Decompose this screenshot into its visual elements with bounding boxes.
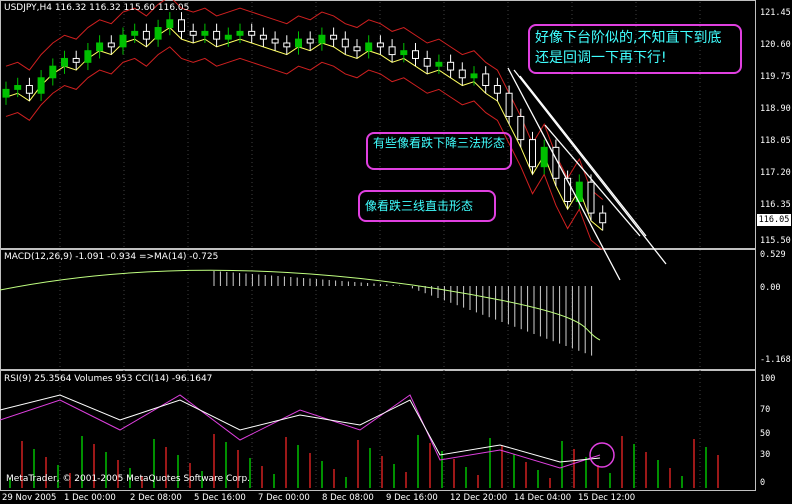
price-tick: 121.45 (760, 8, 791, 18)
candle (341, 38, 349, 48)
time-tick: 29 Nov 2005 (2, 493, 57, 503)
candle (2, 88, 10, 98)
candle (201, 30, 209, 36)
candle (166, 19, 174, 29)
macd-signal-line (0, 269, 601, 341)
upper-band-line (5, 0, 604, 200)
rsi-tick: 70 (760, 405, 771, 415)
time-tick: 7 Dec 00:00 (258, 493, 310, 503)
annotation-bottom: 像看跌三线直击形态 (358, 190, 496, 222)
rsi-tick: 100 (760, 374, 776, 384)
candle (599, 212, 607, 224)
candle (49, 65, 57, 79)
candle (213, 30, 221, 40)
rsi-line (0, 394, 601, 463)
candle (353, 46, 361, 52)
candle (388, 46, 396, 56)
price-tick: 118.90 (760, 104, 791, 114)
price-tick: 117.20 (760, 168, 791, 178)
candle (435, 61, 443, 67)
time-tick: 9 Dec 16:00 (386, 493, 438, 503)
trend-line (507, 67, 621, 281)
price-tick: 119.75 (760, 72, 791, 82)
candle (529, 139, 536, 168)
trend-line (544, 124, 641, 237)
macd-tick: -1.168 (760, 355, 791, 365)
candle (470, 73, 478, 79)
time-tick: 15 Dec 12:00 (578, 493, 636, 503)
price-tick: 116.35 (760, 200, 791, 210)
rsi-header: RSI(9) 25.3564 Volumes 953 CCI(14) -96.1… (4, 374, 213, 384)
candle (376, 42, 384, 48)
macd-tick: 0.00 (760, 283, 781, 293)
candle (189, 30, 197, 36)
candle (14, 85, 22, 90)
rsi-highlight-circle (589, 442, 615, 468)
candle (72, 57, 80, 63)
candle (365, 42, 373, 52)
moving-average-line (5, 26, 604, 231)
candle (25, 85, 33, 94)
time-tick: 2 Dec 08:00 (130, 493, 182, 503)
candle (493, 85, 501, 94)
candle (295, 38, 302, 48)
candle (224, 34, 232, 40)
price-tick: 118.05 (760, 136, 791, 146)
candle (482, 73, 490, 87)
candle (505, 92, 513, 117)
candle (540, 146, 548, 168)
chart-window[interactable]: USDJPY,H4 116.32 116.32 115.60 116.05 MA… (0, 0, 792, 504)
candle (400, 50, 408, 56)
candle (142, 30, 150, 40)
candle (107, 42, 115, 48)
copyright-text: MetaTrader, © 2001-2005 MetaQuotes Softw… (6, 474, 251, 484)
candle (154, 27, 162, 40)
candle (119, 34, 127, 48)
candle (131, 30, 139, 36)
candle (306, 38, 314, 44)
candle (61, 57, 68, 67)
rsi-tick: 30 (760, 450, 771, 460)
candle (84, 50, 92, 63)
annotation-top: 好像下台阶似的,不知直下到底还是回调一下再下行! (528, 24, 742, 74)
price-tick: 115.50 (760, 236, 791, 246)
macd-tick: 0.529 (760, 250, 786, 260)
candle (330, 34, 338, 40)
macd-header: MACD(12,26,9) -1.091 -0.934 =>MA(14) -0.… (4, 252, 219, 262)
candle (423, 57, 431, 67)
time-tick: 12 Dec 20:00 (450, 493, 508, 503)
candle (248, 30, 256, 36)
candle (259, 34, 267, 40)
candle (271, 38, 279, 44)
candle (587, 181, 595, 214)
candle (236, 30, 244, 36)
annotation-mid: 有些像看跌下降三法形态 (366, 132, 512, 170)
candle (96, 42, 104, 52)
time-tick: 5 Dec 16:00 (194, 493, 246, 503)
time-tick: 14 Dec 04:00 (514, 493, 572, 503)
price-header: USDJPY,H4 116.32 116.32 115.60 116.05 (4, 3, 190, 13)
time-tick: 1 Dec 00:00 (64, 493, 116, 503)
candle (283, 42, 291, 48)
candle (318, 34, 326, 44)
price-tick: 120.60 (760, 40, 791, 50)
trend-line (519, 75, 647, 237)
candle (412, 50, 419, 59)
candle (517, 115, 525, 141)
candle (37, 77, 45, 94)
time-tick: 8 Dec 08:00 (322, 493, 374, 503)
candle (458, 69, 466, 79)
rsi-tick: 0 (760, 478, 766, 488)
rsi-tick: 50 (760, 429, 771, 439)
cci-line (0, 394, 601, 469)
current-price-badge: 116.05 (757, 214, 791, 226)
candle (178, 19, 185, 32)
candle (447, 61, 455, 71)
